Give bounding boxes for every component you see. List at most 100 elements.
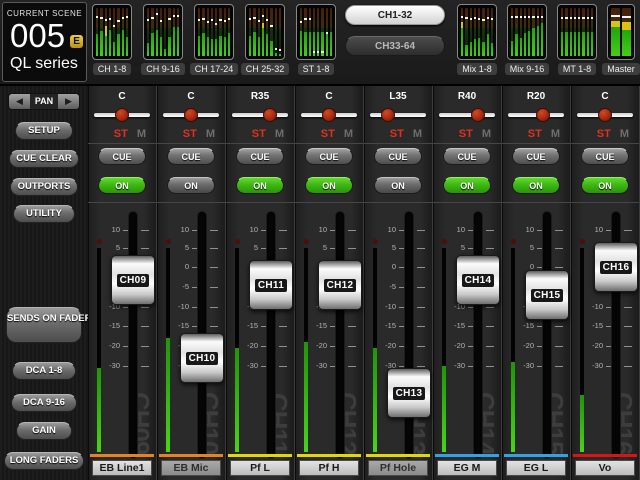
meter-bank-block[interactable] (507, 4, 547, 60)
meter-bank-block[interactable] (557, 4, 597, 60)
fader-track[interactable] (543, 212, 551, 458)
on-button[interactable]: ON (98, 177, 146, 194)
fader-cap[interactable]: CH14 (456, 255, 500, 305)
meter-bank-block[interactable] (607, 4, 635, 60)
pan-slider[interactable] (577, 108, 633, 122)
cue-button[interactable]: CUE (236, 148, 284, 165)
stereo-indicator: ST (596, 128, 611, 140)
fader-track[interactable] (336, 212, 344, 458)
meter-bank-block[interactable] (92, 4, 132, 60)
fader-track[interactable] (474, 212, 482, 458)
fader-track[interactable] (129, 212, 137, 458)
scale-tick (141, 307, 149, 308)
channel-strip: CSTMCUEONCH161050-5-10-15-20-30CH16Vo (571, 86, 640, 480)
fader-cap-label: CH14 (461, 273, 495, 287)
fader-cap[interactable]: CH16 (594, 242, 638, 292)
cue-button[interactable]: CUE (98, 148, 146, 165)
pan-knob[interactable] (471, 108, 486, 122)
meter-green-fill (532, 28, 535, 56)
scene-box[interactable]: CURRENT SCENE 005 E QL series (2, 2, 87, 82)
utility-button[interactable]: UTILITY (13, 205, 75, 223)
meter-bank-block[interactable] (143, 4, 183, 60)
meter-bar (582, 8, 585, 56)
on-button[interactable]: ON (305, 177, 353, 194)
on-button[interactable]: ON (236, 177, 284, 194)
fader-cap[interactable]: CH13 (387, 368, 431, 418)
on-button[interactable]: ON (443, 177, 491, 194)
pan-slider[interactable] (370, 108, 426, 122)
channel-name-plate[interactable]: EG M (437, 460, 497, 476)
channel-name-plate[interactable]: Pf L (230, 460, 290, 476)
pan-slider[interactable] (301, 108, 357, 122)
db-label: -20 (592, 341, 603, 350)
on-button[interactable]: ON (167, 177, 215, 194)
pan-knob[interactable] (184, 108, 198, 122)
fader-track[interactable] (267, 212, 275, 458)
stereo-indicator: ST (251, 128, 266, 140)
pan-knob[interactable] (381, 108, 396, 122)
sends-on-faders-button[interactable]: SENDS ON FADERS (6, 307, 98, 343)
fader-track[interactable] (405, 212, 413, 458)
fader-cap[interactable]: CH09 (111, 255, 155, 305)
pan-knob[interactable] (262, 108, 277, 122)
channel-name-plate[interactable]: EG L (506, 460, 566, 476)
mono-indicator: M (343, 128, 353, 140)
bank-button-ch1-32[interactable]: CH1-32 (345, 5, 445, 25)
meter-peak-mark (586, 16, 589, 19)
channel-name-plate[interactable]: EB Mic (161, 460, 221, 476)
cue-button[interactable]: CUE (581, 148, 629, 165)
setup-button[interactable]: SETUP (15, 122, 73, 140)
mono-indicator: M (136, 128, 146, 140)
pan-slider[interactable] (232, 108, 288, 122)
meter-bar (312, 8, 315, 56)
fader-cap[interactable]: CH10 (180, 333, 224, 383)
meter-bank-block[interactable] (194, 4, 234, 60)
cue-button[interactable]: CUE (167, 148, 215, 165)
pan-knob[interactable] (322, 108, 336, 122)
meter-bank-block[interactable] (457, 4, 497, 60)
pan-slider[interactable] (163, 108, 219, 122)
dca-1-8-button[interactable]: DCA 1-8 (12, 362, 76, 380)
level-meter-bar (511, 248, 515, 452)
pan-left-arrow-button[interactable]: ◀ (9, 94, 30, 109)
meter-green-fill (578, 32, 581, 56)
stereo-indicator: ST (458, 128, 473, 140)
on-button[interactable]: ON (581, 177, 629, 194)
pan-slider[interactable] (94, 108, 150, 122)
dca-9-16-button[interactable]: DCA 9-16 (11, 394, 77, 412)
pan-knob[interactable] (535, 108, 550, 122)
pan-right-arrow-button[interactable]: ▶ (58, 94, 79, 109)
channel-name-plate[interactable]: Pf H (299, 460, 359, 476)
meter-green-fill (325, 32, 328, 56)
bank-button-ch33-64[interactable]: CH33-64 (345, 36, 445, 56)
fader-cap[interactable]: CH15 (525, 270, 569, 320)
channel-name-plate[interactable]: EB Line1 (92, 460, 152, 476)
separator (364, 202, 432, 203)
channel-strip: R35STMCUEONCH111050-5-10-15-20-30CH11Pf … (226, 86, 295, 480)
cue-button[interactable]: CUE (374, 148, 422, 165)
cue-clear-button[interactable]: CUE CLEAR (9, 150, 79, 168)
separator (157, 143, 225, 144)
db-label: -30 (592, 361, 603, 370)
gain-button[interactable]: GAIN (16, 422, 72, 440)
cue-button[interactable]: CUE (305, 148, 353, 165)
meter-green-fill (266, 34, 269, 56)
fader-cap[interactable]: CH11 (249, 260, 293, 310)
pan-slider[interactable] (508, 108, 564, 122)
on-button[interactable]: ON (374, 177, 422, 194)
meter-bank-block[interactable] (296, 4, 336, 60)
pan-slider[interactable] (439, 108, 495, 122)
outports-button[interactable]: OUTPORTS (10, 178, 78, 196)
channel-name-plate[interactable]: Vo (575, 460, 635, 476)
pan-knob[interactable] (115, 108, 129, 122)
channel-name-plate[interactable]: Pf Hole (368, 460, 428, 476)
meter-green-fill (219, 35, 222, 56)
fader-cap[interactable]: CH12 (318, 260, 362, 310)
meter-peak-mark (519, 15, 522, 18)
cue-button[interactable]: CUE (512, 148, 560, 165)
cue-button[interactable]: CUE (443, 148, 491, 165)
on-button[interactable]: ON (512, 177, 560, 194)
pan-knob[interactable] (598, 108, 612, 122)
meter-bank-block[interactable] (245, 4, 285, 60)
long-faders-button[interactable]: LONG FADERS (4, 452, 84, 470)
